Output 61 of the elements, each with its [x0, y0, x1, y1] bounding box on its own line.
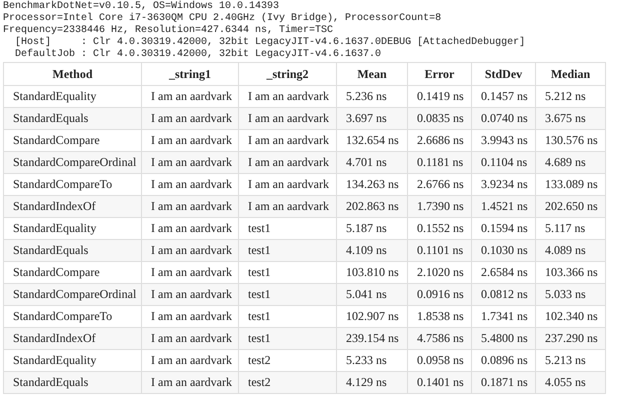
table-cell: StandardCompareOrdinal [4, 284, 142, 306]
table-cell: StandardIndexOf [4, 196, 142, 218]
table-cell: I am an aardvark [238, 152, 336, 174]
column-header: Method [4, 62, 142, 86]
table-cell: 3.697 ns [336, 108, 408, 130]
table-cell: 0.0812 ns [472, 284, 536, 306]
table-cell: I am an aardvark [142, 284, 238, 306]
table-cell: 4.7586 ns [408, 328, 472, 350]
table-cell: StandardEquals [4, 108, 142, 130]
table-cell: StandardCompareOrdinal [4, 152, 142, 174]
column-header: Median [536, 62, 606, 86]
column-header: _string2 [238, 62, 336, 86]
table-cell: 1.7390 ns [408, 196, 472, 218]
column-header: _string1 [142, 62, 238, 86]
table-cell: test2 [238, 372, 336, 394]
table-cell: test1 [238, 240, 336, 262]
table-cell: I am an aardvark [238, 196, 336, 218]
table-cell: 1.4521 ns [472, 196, 536, 218]
environment-info-line: BenchmarkDotNet=v0.10.5, OS=Windows 10.0.14393 [3, 1, 280, 12]
table-cell: test1 [238, 284, 336, 306]
column-header: StdDev [472, 62, 536, 86]
environment-info-line: [Host] : Clr 4.0.30319.42000, 32bit LegacyJIT-v4.6.1637.0DEBUG [AttachedDebugger] [14, 37, 526, 48]
table-cell: StandardIndexOf [4, 328, 142, 350]
table-cell: 0.1104 ns [472, 152, 536, 174]
table-cell: 5.4800 ns [472, 328, 536, 350]
table-cell: 0.0835 ns [408, 108, 472, 130]
table-cell: 0.1181 ns [408, 152, 472, 174]
table-cell: I am an aardvark [142, 108, 238, 130]
table-cell: 4.701 ns [336, 152, 408, 174]
table-cell: 4.689 ns [536, 152, 606, 174]
table-cell: 5.041 ns [336, 284, 408, 306]
table-cell: test1 [238, 328, 336, 350]
column-header: Error [408, 62, 472, 86]
table-cell: 239.154 ns [336, 328, 408, 350]
table-cell: 0.0916 ns [408, 284, 472, 306]
environment-info-line: DefaultJob : Clr 4.0.30319.42000, 32bit LegacyJIT-v4.6.1637.0 [14, 49, 382, 61]
table-cell: 0.1871 ns [472, 372, 536, 394]
table-cell: 5.033 ns [536, 284, 606, 306]
table-cell: 0.0740 ns [472, 108, 536, 130]
table-cell: I am an aardvark [238, 108, 336, 130]
table-cell: 4.109 ns [336, 240, 408, 262]
environment-info-line: Processor=Intel Core i7-3630QM CPU 2.40GHz (Ivy Bridge), ProcessorCount=8 [3, 13, 442, 24]
column-header: Mean [336, 62, 408, 86]
table-cell: StandardEquals [4, 240, 142, 262]
environment-info-line: Frequency=2338446 Hz, Resolution=427.6344 ns, Timer=TSC [3, 25, 334, 36]
table-cell: 0.1030 ns [472, 240, 536, 262]
table-cell: I am an aardvark [142, 240, 238, 262]
table-cell: 237.290 ns [536, 328, 606, 350]
table-cell: 202.650 ns [536, 196, 606, 218]
table-cell: 4.055 ns [536, 372, 606, 394]
table-cell: I am an aardvark [142, 196, 238, 218]
table-cell: 4.129 ns [336, 372, 408, 394]
table-cell: 4.089 ns [536, 240, 606, 262]
table-cell: StandardEquals [4, 372, 142, 394]
table-cell: 202.863 ns [336, 196, 408, 218]
table-cell: 0.1101 ns [408, 240, 472, 262]
table-cell: I am an aardvark [142, 372, 238, 394]
table-cell: I am an aardvark [142, 328, 238, 350]
table-cell: 0.1401 ns [408, 372, 472, 394]
table-cell: 3.675 ns [536, 108, 606, 130]
table-cell: I am an aardvark [142, 152, 238, 174]
